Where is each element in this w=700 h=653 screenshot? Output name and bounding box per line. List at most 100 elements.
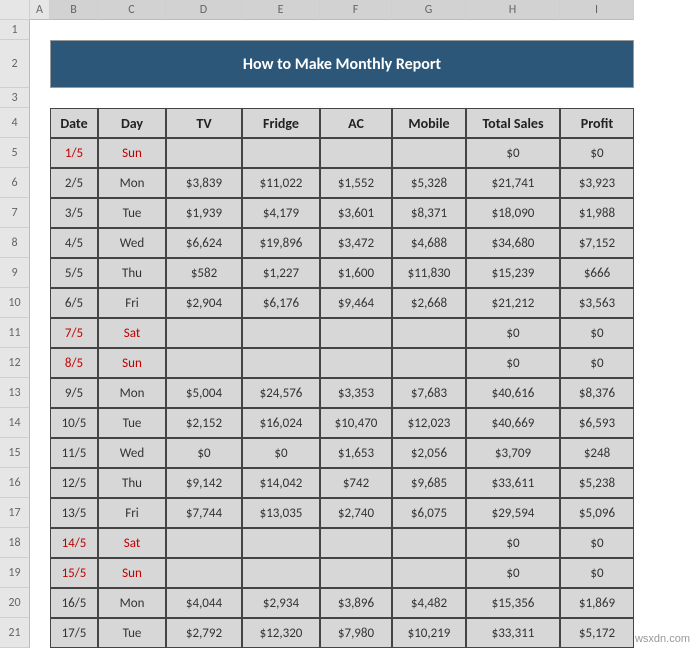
- row-header-4[interactable]: 4: [0, 108, 30, 138]
- table-cell-profit[interactable]: $1,988: [560, 198, 634, 228]
- table-cell-day[interactable]: Sat: [98, 318, 166, 348]
- cell-blank[interactable]: [50, 20, 98, 40]
- cell-a-8[interactable]: [30, 228, 50, 258]
- col-header-B[interactable]: B: [50, 0, 98, 20]
- table-cell-fridge[interactable]: [242, 528, 320, 558]
- table-cell-day[interactable]: Mon: [98, 378, 166, 408]
- cell-a-19[interactable]: [30, 558, 50, 588]
- col-header-F[interactable]: F: [320, 0, 392, 20]
- table-cell-ac[interactable]: $3,601: [320, 198, 392, 228]
- table-cell-total[interactable]: $34,680: [466, 228, 560, 258]
- table-cell-fridge[interactable]: [242, 558, 320, 588]
- table-cell-fridge[interactable]: $13,035: [242, 498, 320, 528]
- table-cell-date[interactable]: 7/5: [50, 318, 98, 348]
- table-cell-mobile[interactable]: $4,688: [392, 228, 466, 258]
- table-cell-mobile[interactable]: $4,482: [392, 588, 466, 618]
- table-cell-fridge[interactable]: [242, 138, 320, 168]
- table-cell-day[interactable]: Sun: [98, 138, 166, 168]
- table-cell-tv[interactable]: $2,792: [166, 618, 242, 648]
- row-header-15[interactable]: 15: [0, 438, 30, 468]
- table-cell-date[interactable]: 16/5: [50, 588, 98, 618]
- table-cell-total[interactable]: $21,212: [466, 288, 560, 318]
- table-cell-ac[interactable]: $9,464: [320, 288, 392, 318]
- table-cell-date[interactable]: 1/5: [50, 138, 98, 168]
- cell-blank[interactable]: [560, 88, 634, 108]
- cell-a-4[interactable]: [30, 108, 50, 138]
- table-cell-ac[interactable]: $3,472: [320, 228, 392, 258]
- col-header-C[interactable]: C: [98, 0, 166, 20]
- table-cell-ac[interactable]: $1,653: [320, 438, 392, 468]
- cell-a-13[interactable]: [30, 378, 50, 408]
- table-cell-date[interactable]: 15/5: [50, 558, 98, 588]
- table-cell-profit[interactable]: $0: [560, 138, 634, 168]
- table-cell-ac[interactable]: [320, 528, 392, 558]
- table-cell-total[interactable]: $29,594: [466, 498, 560, 528]
- table-cell-date[interactable]: 9/5: [50, 378, 98, 408]
- table-header-profit[interactable]: Profit: [560, 108, 634, 138]
- table-cell-tv[interactable]: $1,939: [166, 198, 242, 228]
- col-header-H[interactable]: H: [466, 0, 560, 20]
- row-header-5[interactable]: 5: [0, 138, 30, 168]
- table-cell-total[interactable]: $15,356: [466, 588, 560, 618]
- table-header-date[interactable]: Date: [50, 108, 98, 138]
- cell-a-6[interactable]: [30, 168, 50, 198]
- row-header-12[interactable]: 12: [0, 348, 30, 378]
- table-cell-mobile[interactable]: $8,371: [392, 198, 466, 228]
- table-cell-ac[interactable]: [320, 138, 392, 168]
- col-header-I[interactable]: I: [560, 0, 634, 20]
- table-cell-fridge[interactable]: $12,320: [242, 618, 320, 648]
- table-cell-profit[interactable]: $3,923: [560, 168, 634, 198]
- cell-a-14[interactable]: [30, 408, 50, 438]
- table-cell-day[interactable]: Fri: [98, 288, 166, 318]
- table-cell-tv[interactable]: [166, 348, 242, 378]
- row-header-6[interactable]: 6: [0, 168, 30, 198]
- table-cell-mobile[interactable]: $7,683: [392, 378, 466, 408]
- col-header-G[interactable]: G: [392, 0, 466, 20]
- table-cell-mobile[interactable]: $5,328: [392, 168, 466, 198]
- table-cell-tv[interactable]: [166, 528, 242, 558]
- cell-blank[interactable]: [166, 88, 242, 108]
- table-cell-mobile[interactable]: $10,219: [392, 618, 466, 648]
- table-cell-profit[interactable]: $248: [560, 438, 634, 468]
- table-cell-mobile[interactable]: [392, 558, 466, 588]
- table-header-total[interactable]: Total Sales: [466, 108, 560, 138]
- cell-blank[interactable]: [50, 88, 98, 108]
- table-cell-mobile[interactable]: [392, 138, 466, 168]
- table-cell-day[interactable]: Tue: [98, 408, 166, 438]
- row-header-14[interactable]: 14: [0, 408, 30, 438]
- table-cell-total[interactable]: $3,709: [466, 438, 560, 468]
- table-cell-fridge[interactable]: $2,934: [242, 588, 320, 618]
- table-cell-fridge[interactable]: $4,179: [242, 198, 320, 228]
- table-cell-day[interactable]: Fri: [98, 498, 166, 528]
- table-header-day[interactable]: Day: [98, 108, 166, 138]
- row-header-21[interactable]: 21: [0, 618, 30, 648]
- table-cell-ac[interactable]: [320, 318, 392, 348]
- row-header-20[interactable]: 20: [0, 588, 30, 618]
- table-cell-profit[interactable]: $5,172: [560, 618, 634, 648]
- row-header-1[interactable]: 1: [0, 20, 30, 40]
- select-all-button[interactable]: [0, 0, 30, 20]
- table-cell-date[interactable]: 2/5: [50, 168, 98, 198]
- table-cell-mobile[interactable]: [392, 528, 466, 558]
- cell-blank[interactable]: [98, 20, 166, 40]
- cell-a-12[interactable]: [30, 348, 50, 378]
- table-cell-profit[interactable]: $6,593: [560, 408, 634, 438]
- table-cell-total[interactable]: $40,669: [466, 408, 560, 438]
- table-header-mobile[interactable]: Mobile: [392, 108, 466, 138]
- table-cell-fridge[interactable]: $19,896: [242, 228, 320, 258]
- table-cell-fridge[interactable]: $24,576: [242, 378, 320, 408]
- row-header-8[interactable]: 8: [0, 228, 30, 258]
- table-cell-mobile[interactable]: $12,023: [392, 408, 466, 438]
- row-header-7[interactable]: 7: [0, 198, 30, 228]
- table-cell-fridge[interactable]: $16,024: [242, 408, 320, 438]
- cell-blank[interactable]: [320, 88, 392, 108]
- row-header-10[interactable]: 10: [0, 288, 30, 318]
- table-cell-profit[interactable]: $7,152: [560, 228, 634, 258]
- table-cell-tv[interactable]: $7,744: [166, 498, 242, 528]
- table-cell-profit[interactable]: $1,869: [560, 588, 634, 618]
- table-cell-tv[interactable]: $582: [166, 258, 242, 288]
- table-cell-mobile[interactable]: $2,668: [392, 288, 466, 318]
- cell-a-5[interactable]: [30, 138, 50, 168]
- table-cell-day[interactable]: Sun: [98, 558, 166, 588]
- table-cell-tv[interactable]: $3,839: [166, 168, 242, 198]
